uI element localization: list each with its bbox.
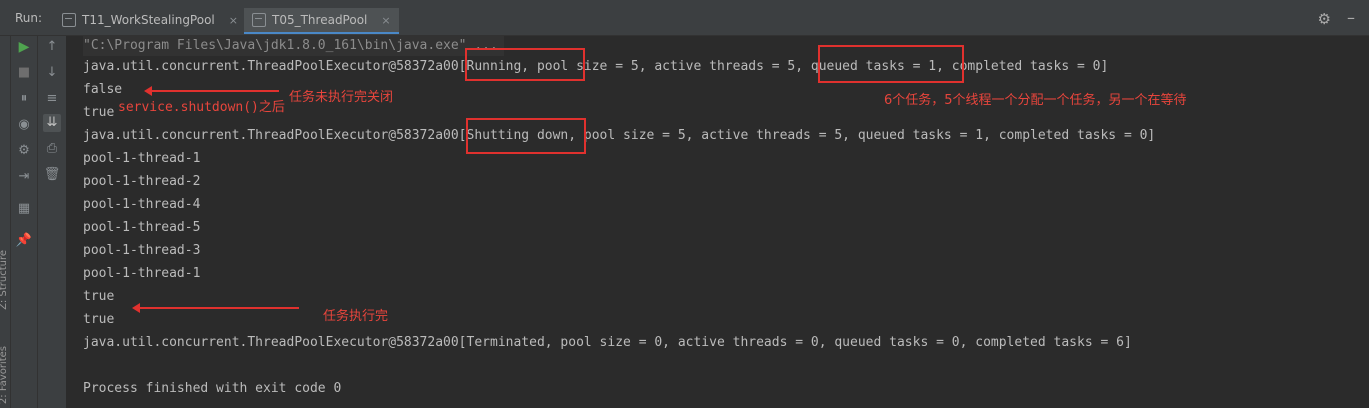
pin-icon[interactable]: 📌 [15, 232, 33, 250]
console-line: false [83, 82, 123, 97]
console-line: pool-1-thread-5 [83, 220, 201, 235]
soft-wrap-icon[interactable]: ≡ [43, 90, 61, 108]
console-line: pool-1-thread-1 [83, 266, 201, 281]
annotation-finished: 任务执行完 [323, 309, 389, 324]
console-line: pool-1-thread-2 [83, 174, 201, 189]
tab-workstealingpool[interactable]: T11_WorkStealingPool × [62, 8, 238, 32]
side-tool-strip: Z: Structure 2: Favorites [0, 36, 11, 408]
close-icon[interactable]: × [229, 14, 238, 27]
run-tool-window-header: Run: T11_WorkStealingPool × T05_ThreadPo… [0, 0, 1369, 36]
tab-label: T11_WorkStealingPool [82, 13, 215, 27]
console-line-command: "C:\Program Files\Java\jdk1.8.0_161\bin\… [83, 36, 504, 56]
highlight-running [465, 48, 585, 81]
camera-icon[interactable]: ◉ [15, 116, 33, 134]
arrow-finished [132, 303, 299, 313]
minimize-icon[interactable]: – [1347, 8, 1355, 27]
console-line: pool-1-thread-1 [83, 151, 201, 166]
run-label: Run: [15, 11, 43, 25]
console-icon [252, 13, 266, 27]
tab-threadpool[interactable]: T05_ThreadPool × [244, 8, 399, 34]
pause-icon[interactable]: ⏸ [15, 90, 33, 108]
exit-icon[interactable]: ⇥ [15, 168, 33, 186]
console-line: pool-1-thread-4 [83, 197, 201, 212]
down-arrow-icon[interactable]: ↓ [43, 64, 61, 82]
up-arrow-icon[interactable]: ↑ [43, 38, 61, 56]
console-line: Process finished with exit code 0 [83, 381, 342, 396]
console-icon [62, 13, 76, 27]
print-icon[interactable]: ⎙ [43, 140, 61, 158]
highlight-shutting-down [466, 118, 586, 154]
tab-label: T05_ThreadPool [272, 13, 368, 27]
console-line: true [83, 105, 115, 120]
console-line: java.util.concurrent.ThreadPoolExecutor@… [83, 128, 1156, 143]
arrow-shutdown [144, 86, 279, 96]
close-icon[interactable]: × [381, 14, 390, 27]
trash-icon[interactable]: 🗑 [43, 166, 61, 184]
gear-icon[interactable]: ⚙ [1318, 10, 1331, 28]
console-line: pool-1-thread-3 [83, 243, 201, 258]
console-line: true [83, 312, 115, 327]
highlight-queued-tasks [818, 45, 964, 83]
annotation-shutdown-call: service.shutdown()之后 [118, 100, 285, 115]
settings-icon[interactable]: ⚙ [15, 142, 33, 160]
console-line: java.util.concurrent.ThreadPoolExecutor@… [83, 335, 1132, 350]
layout-icon[interactable]: ▦ [15, 200, 33, 218]
console-line: true [83, 289, 115, 304]
rerun-icon[interactable]: ▶ [15, 38, 33, 56]
console-toolbar: ↑ ↓ ≡ ⇊ ⎙ 🗑 [38, 36, 66, 408]
stop-icon[interactable]: ■ [15, 64, 33, 82]
annotation-queue-note: 6个任务，5个线程一个分配一个任务，另一个在等待 [884, 93, 1187, 108]
annotation-not-finished: 任务未执行完关闭 [289, 90, 394, 105]
run-toolbar: ▶ ■ ⏸ ◉ ⚙ ⇥ ▦ 📌 [11, 36, 38, 408]
scroll-to-end-icon[interactable]: ⇊ [43, 114, 61, 132]
